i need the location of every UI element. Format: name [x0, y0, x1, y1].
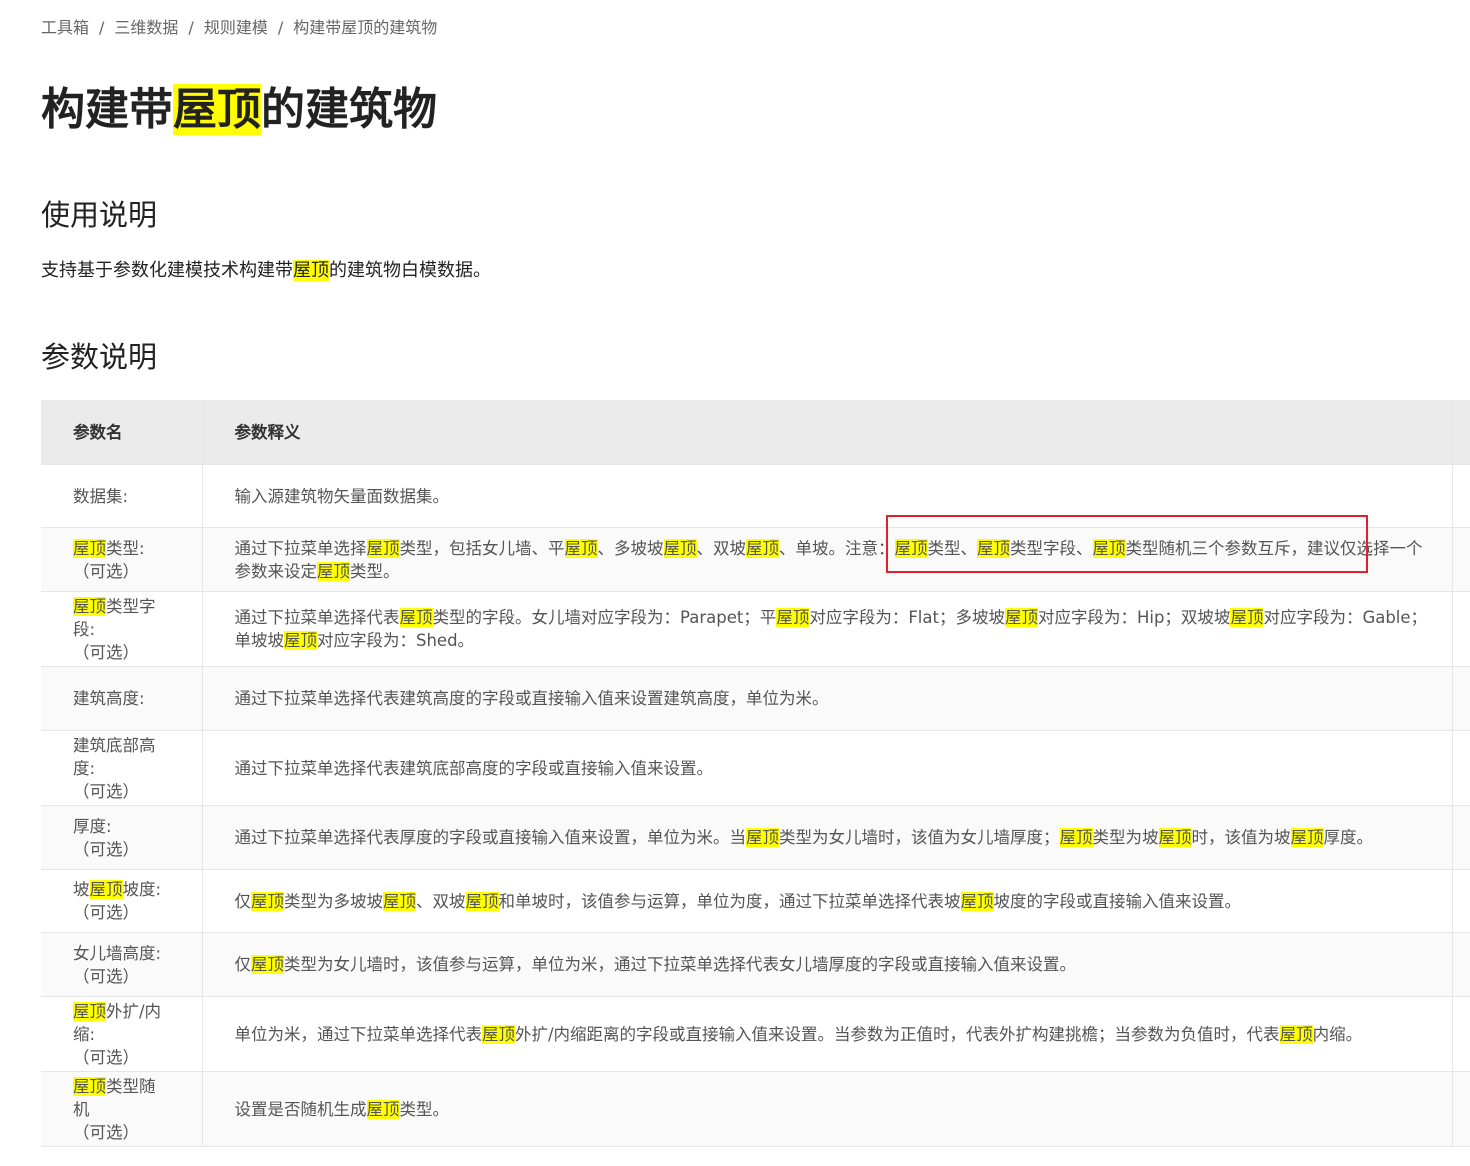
- breadcrumb: 工具箱 / 三维数据 / 规则建模 / 构建带屋顶的建筑物: [41, 14, 437, 38]
- search-highlight: 屋顶: [73, 539, 106, 558]
- param-name: 屋顶外扩/内缩: （可选）: [41, 997, 202, 1072]
- search-highlight: 屋顶: [482, 1025, 515, 1044]
- search-highlight: 屋顶: [383, 892, 416, 911]
- search-highlight: 屋顶: [173, 84, 261, 135]
- param-name: 屋顶类型字段: （可选）: [41, 592, 202, 667]
- search-highlight: 屋顶: [367, 1100, 400, 1119]
- param-name: 建筑高度:: [41, 667, 202, 731]
- search-highlight: 屋顶: [251, 892, 284, 911]
- usage-text: 支持基于参数化建模技术构建带屋顶的建筑物白模数据。: [41, 256, 491, 282]
- param-name: 坡屋顶坡度: （可选）: [41, 870, 202, 933]
- search-highlight: 屋顶: [466, 892, 499, 911]
- param-desc: 通过下拉菜单选择代表建筑高度的字段或直接输入值来设置建筑高度，单位为米。: [202, 667, 1452, 731]
- param-desc: 仅屋顶类型为多坡坡屋顶、双坡屋顶和单坡时，该值参与运算，单位为度，通过下拉菜单选…: [202, 870, 1452, 933]
- search-highlight: 屋顶: [251, 955, 284, 974]
- search-highlight: 屋顶: [746, 539, 779, 558]
- breadcrumb-item-rule-modeling[interactable]: 规则建模: [204, 14, 268, 38]
- column-header-desc: 参数释义: [202, 400, 1452, 465]
- breadcrumb-separator: /: [278, 18, 283, 37]
- table-row: 屋顶类型随机 （可选）设置是否随机生成屋顶类型。: [41, 1072, 1470, 1147]
- search-highlight: 屋顶: [73, 597, 106, 616]
- extra-cell: [1452, 465, 1470, 528]
- params-heading: 参数说明: [41, 334, 157, 376]
- extra-cell: [1452, 1072, 1470, 1147]
- search-highlight: 屋顶: [90, 880, 123, 899]
- table-row: 厚度: （可选）通过下拉菜单选择代表厚度的字段或直接输入值来设置，单位为米。当屋…: [41, 806, 1470, 870]
- extra-cell: [1452, 870, 1470, 933]
- column-header-name: 参数名: [41, 400, 202, 465]
- param-name: 厚度: （可选）: [41, 806, 202, 870]
- param-name: 数据集:: [41, 465, 202, 528]
- param-name: 屋顶类型: （可选）: [41, 528, 202, 592]
- table-row: 建筑高度:通过下拉菜单选择代表建筑高度的字段或直接输入值来设置建筑高度，单位为米…: [41, 667, 1470, 731]
- search-highlight: 屋顶: [317, 562, 350, 581]
- breadcrumb-item-current: 构建带屋顶的建筑物: [293, 14, 437, 38]
- table-row: 屋顶外扩/内缩: （可选）单位为米，通过下拉菜单选择代表屋顶外扩/内缩距离的字段…: [41, 997, 1470, 1072]
- table-row: 坡屋顶坡度: （可选）仅屋顶类型为多坡坡屋顶、双坡屋顶和单坡时，该值参与运算，单…: [41, 870, 1470, 933]
- params-table: 参数名 参数释义 数据集:输入源建筑物矢量面数据集。屋顶类型: （可选）通过下拉…: [41, 400, 1470, 1147]
- param-desc: 仅屋顶类型为女儿墙时，该值参与运算，单位为米，通过下拉菜单选择代表女儿墙厚度的字…: [202, 933, 1452, 997]
- search-highlight: 屋顶: [400, 608, 433, 627]
- breadcrumb-separator: /: [99, 18, 104, 37]
- table-row: 建筑底部高度: （可选）通过下拉菜单选择代表建筑底部高度的字段或直接输入值来设置…: [41, 731, 1470, 806]
- param-name: 屋顶类型随机 （可选）: [41, 1072, 202, 1147]
- param-desc: 设置是否随机生成屋顶类型。: [202, 1072, 1452, 1147]
- search-highlight: 屋顶: [73, 1077, 106, 1096]
- extra-cell: [1452, 592, 1470, 667]
- search-highlight: 屋顶: [1291, 828, 1324, 847]
- param-desc: 通过下拉菜单选择代表屋顶类型的字段。女儿墙对应字段为：Parapet；平屋顶对应…: [202, 592, 1452, 667]
- breadcrumb-separator: /: [188, 18, 193, 37]
- param-name: 建筑底部高度: （可选）: [41, 731, 202, 806]
- extra-cell: [1452, 667, 1470, 731]
- extra-cell: [1452, 997, 1470, 1072]
- search-highlight: 屋顶: [1280, 1025, 1313, 1044]
- search-highlight: 屋顶: [1230, 608, 1263, 627]
- usage-heading: 使用说明: [41, 192, 157, 234]
- extra-cell: [1452, 933, 1470, 997]
- table-header-row: 参数名 参数释义: [41, 400, 1470, 465]
- param-desc: 单位为米，通过下拉菜单选择代表屋顶外扩/内缩距离的字段或直接输入值来设置。当参数…: [202, 997, 1452, 1072]
- search-highlight: 屋顶: [367, 539, 400, 558]
- extra-cell: [1452, 806, 1470, 870]
- search-highlight: 屋顶: [1060, 828, 1093, 847]
- search-highlight: 屋顶: [1005, 608, 1038, 627]
- page-title: 构建带屋顶的建筑物: [41, 78, 437, 142]
- search-highlight: 屋顶: [746, 828, 779, 847]
- table-row: 屋顶类型字段: （可选）通过下拉菜单选择代表屋顶类型的字段。女儿墙对应字段为：P…: [41, 592, 1470, 667]
- extra-cell: [1452, 528, 1470, 592]
- search-highlight: 屋顶: [73, 1002, 106, 1021]
- param-desc: 通过下拉菜单选择代表建筑底部高度的字段或直接输入值来设置。: [202, 731, 1452, 806]
- breadcrumb-item-3d-data[interactable]: 三维数据: [114, 14, 178, 38]
- extra-cell: [1452, 731, 1470, 806]
- search-highlight: 屋顶: [1159, 828, 1192, 847]
- breadcrumb-item-toolbox[interactable]: 工具箱: [41, 14, 89, 38]
- param-name: 女儿墙高度: （可选）: [41, 933, 202, 997]
- param-desc: 通过下拉菜单选择代表厚度的字段或直接输入值来设置，单位为米。当屋顶类型为女儿墙时…: [202, 806, 1452, 870]
- search-highlight: 屋顶: [284, 631, 317, 650]
- table-row: 女儿墙高度: （可选）仅屋顶类型为女儿墙时，该值参与运算，单位为米，通过下拉菜单…: [41, 933, 1470, 997]
- search-highlight: 屋顶: [961, 892, 994, 911]
- search-highlight: 屋顶: [664, 539, 697, 558]
- column-header-extra: [1452, 400, 1470, 465]
- search-highlight: 屋顶: [776, 608, 809, 627]
- search-highlight: 屋顶: [565, 539, 598, 558]
- search-highlight: 屋顶: [293, 260, 329, 281]
- annotation-box: [886, 515, 1368, 573]
